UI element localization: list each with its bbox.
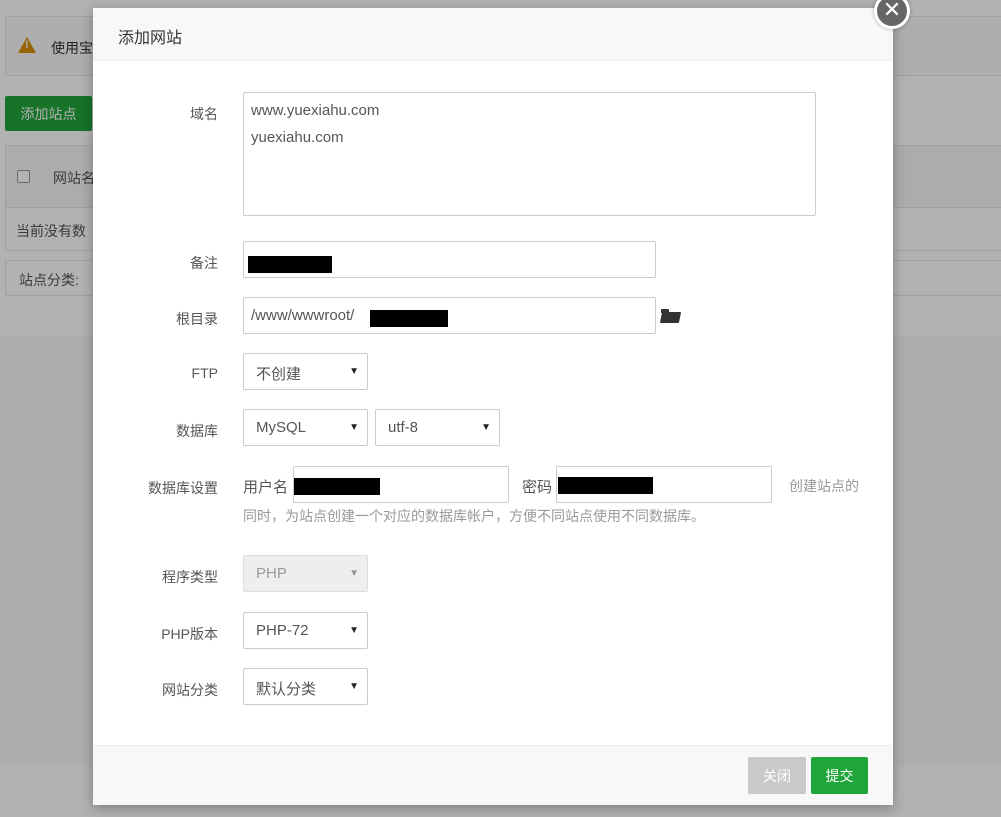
site-category-label: 网站分类 bbox=[162, 682, 218, 698]
chevron-down-icon: ▼ bbox=[349, 422, 359, 433]
domain-textarea[interactable] bbox=[243, 92, 816, 216]
root-dir-label: 根目录 bbox=[176, 311, 218, 327]
chevron-down-icon: ▼ bbox=[481, 422, 491, 433]
ftp-label: FTP bbox=[191, 365, 218, 381]
redacted-db-password bbox=[558, 477, 653, 494]
submit-button[interactable]: 提交 bbox=[811, 757, 868, 794]
close-button[interactable]: 关闭 bbox=[748, 757, 806, 794]
db-hint-line2: 同时，为站点创建一个对应的数据库帐户，方便不同站点使用不同数据库。 bbox=[243, 508, 705, 524]
chevron-down-icon: ▼ bbox=[349, 681, 359, 692]
dialog-footer: 关闭 提交 bbox=[93, 745, 893, 805]
chevron-down-icon: ▼ bbox=[349, 625, 359, 636]
site-category-select[interactable]: 默认分类 ▼ bbox=[243, 668, 368, 705]
php-version-select[interactable]: PHP-72 ▼ bbox=[243, 612, 368, 649]
folder-open-icon[interactable] bbox=[661, 309, 681, 323]
remark-label: 备注 bbox=[190, 255, 218, 271]
database-label: 数据库 bbox=[176, 423, 218, 439]
redacted-db-username bbox=[294, 478, 380, 495]
database-charset-select[interactable]: utf-8 ▼ bbox=[375, 409, 500, 446]
program-type-label: 程序类型 bbox=[162, 569, 218, 585]
database-charset-value: utf-8 bbox=[388, 419, 419, 436]
php-version-value: PHP-72 bbox=[256, 622, 309, 639]
dialog-header: 添加网站 bbox=[93, 8, 893, 61]
db-settings-label: 数据库设置 bbox=[148, 480, 218, 496]
site-category-value: 默认分类 bbox=[256, 681, 317, 698]
chevron-down-icon: ▼ bbox=[349, 568, 359, 579]
redacted-remark bbox=[248, 256, 332, 273]
database-type-select[interactable]: MySQL ▼ bbox=[243, 409, 368, 446]
chevron-down-icon: ▼ bbox=[349, 366, 359, 377]
ftp-select[interactable]: 不创建 ▼ bbox=[243, 353, 368, 390]
domain-label: 域名 bbox=[190, 106, 218, 122]
db-password-label: 密码 bbox=[522, 479, 553, 496]
program-type-select: PHP ▼ bbox=[243, 555, 368, 592]
program-type-value: PHP bbox=[256, 565, 287, 582]
root-dir-input[interactable] bbox=[243, 297, 656, 334]
ftp-select-value: 不创建 bbox=[256, 366, 302, 383]
database-type-value: MySQL bbox=[256, 419, 307, 436]
redacted-root-dir bbox=[370, 310, 448, 327]
db-hint-line1: 创建站点的 bbox=[789, 478, 859, 494]
db-username-label: 用户名 bbox=[243, 479, 289, 496]
add-site-dialog: 添加网站 域名 备注 根目录 FTP 不创建 ▼ 数据库 MySQL ▼ utf… bbox=[93, 8, 893, 805]
dialog-title: 添加网站 bbox=[118, 30, 183, 47]
php-version-label: PHP版本 bbox=[161, 626, 218, 642]
